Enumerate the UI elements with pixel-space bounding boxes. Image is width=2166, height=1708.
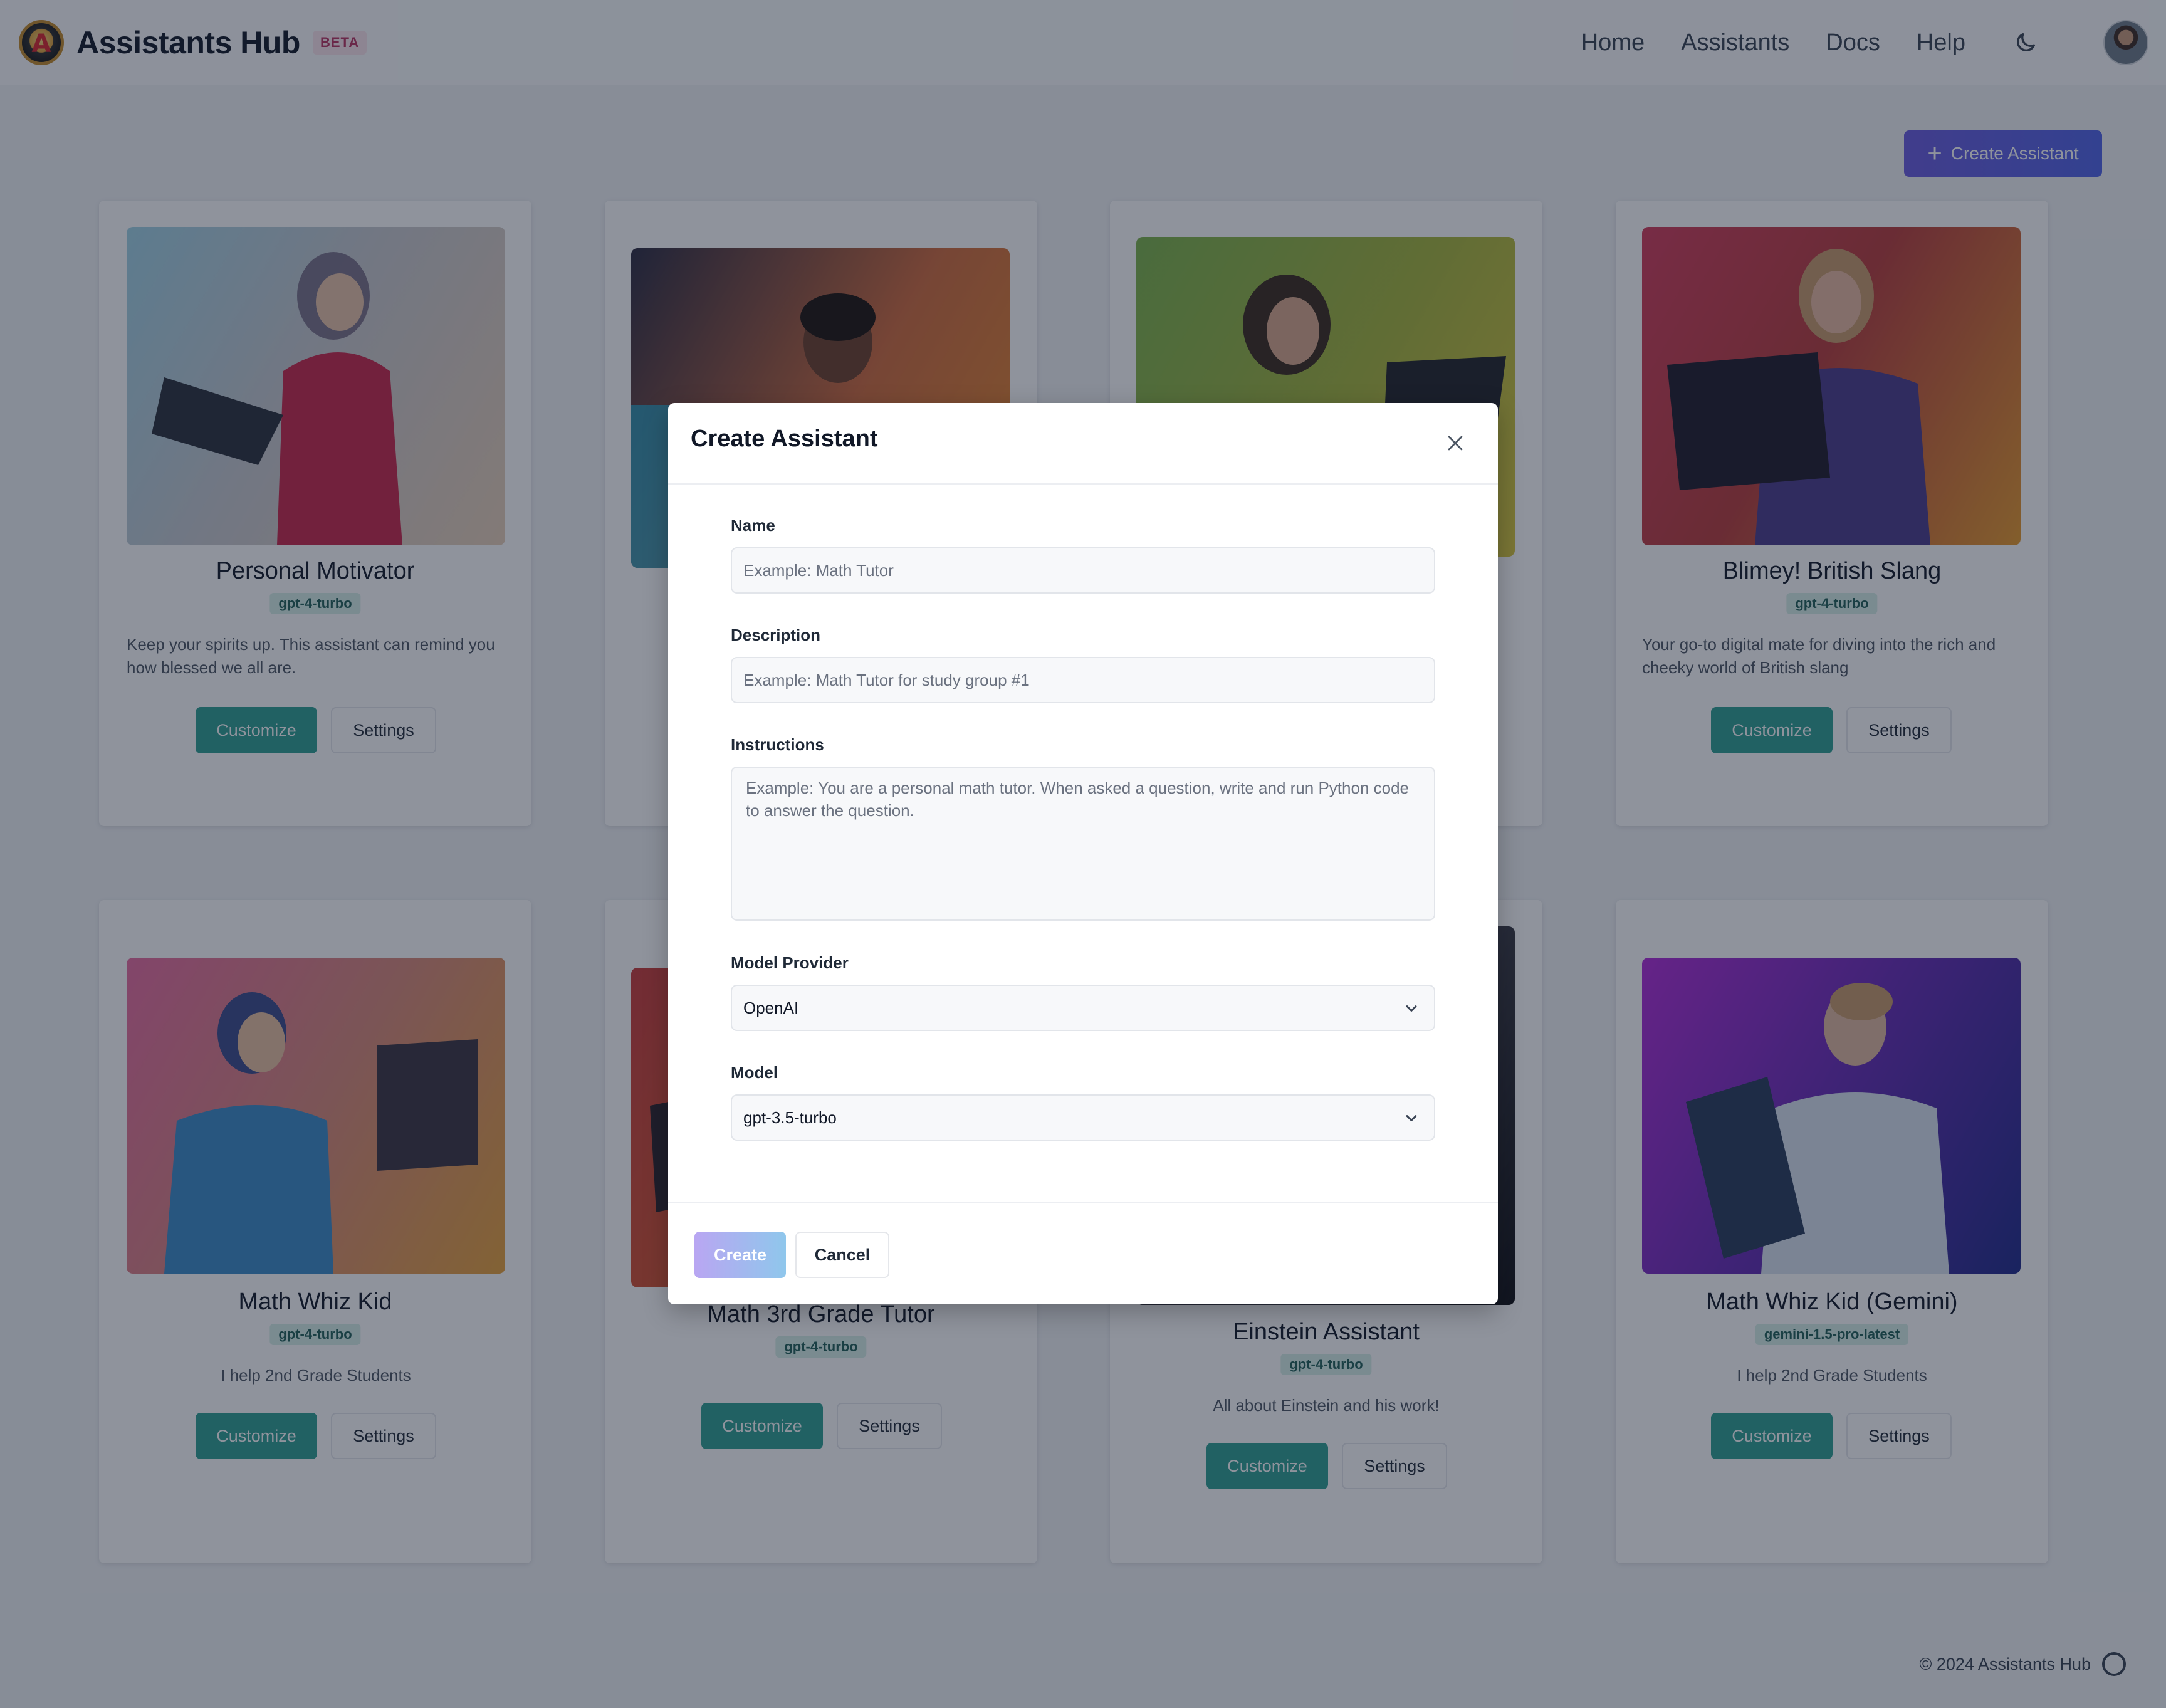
description-label: Description [731,626,821,644]
model-provider-label: Model Provider [731,953,849,972]
description-input[interactable] [731,657,1435,703]
modal-header: Create Assistant [668,403,1498,485]
instructions-textarea[interactable] [731,767,1435,921]
create-assistant-modal: Create Assistant Name Description Instru… [668,403,1498,1304]
instructions-label: Instructions [731,735,824,754]
model-label: Model [731,1063,778,1082]
cancel-button[interactable]: Cancel [795,1232,889,1278]
modal-footer [668,1202,1498,1304]
chevron-down-icon [1403,1000,1420,1017]
model-value: gpt-3.5-turbo [743,1108,837,1127]
chevron-down-icon [1403,1109,1420,1127]
model-provider-select[interactable]: OpenAI [731,985,1435,1031]
model-select[interactable]: gpt-3.5-turbo [731,1094,1435,1141]
name-input[interactable] [731,547,1435,594]
create-button[interactable]: Create [694,1232,786,1278]
close-icon[interactable] [1443,431,1468,456]
model-provider-value: OpenAI [743,998,799,1017]
modal-title: Create Assistant [691,426,878,452]
name-label: Name [731,516,775,535]
